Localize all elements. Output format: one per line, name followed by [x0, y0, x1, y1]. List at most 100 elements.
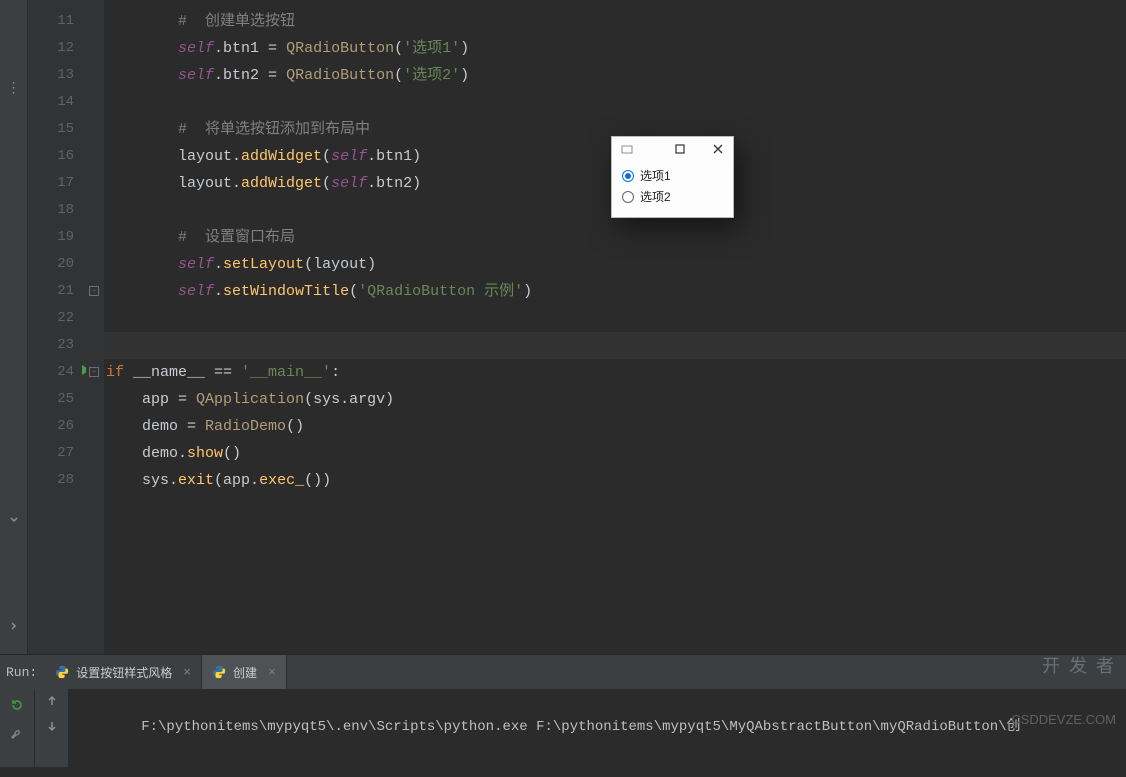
token-comment: # 创建单选按钮 — [178, 13, 295, 30]
code-line[interactable] — [104, 332, 1126, 359]
line-number[interactable]: 15 — [28, 116, 74, 143]
fold-marker[interactable]: – — [89, 367, 99, 377]
token-white: (layout) — [304, 256, 376, 273]
run-tab[interactable]: 创建× — [202, 655, 287, 689]
line-number[interactable]: 23 — [28, 332, 74, 359]
maximize-icon[interactable] — [673, 142, 687, 156]
line-number[interactable]: 13 — [28, 62, 74, 89]
token-white: . — [214, 283, 223, 300]
arrow-down-icon[interactable] — [46, 720, 58, 737]
radio-icon[interactable] — [622, 170, 634, 182]
line-number[interactable]: 24 — [28, 359, 74, 386]
radio-icon[interactable] — [622, 191, 634, 203]
token-white: demo. — [142, 445, 187, 462]
radio-option-1[interactable]: 选项1 — [622, 165, 723, 186]
token-white: : — [331, 364, 340, 381]
ide-root: ⋮ 111213141516171819202122232425262728 –… — [0, 0, 1126, 767]
code-line[interactable]: sys.exit(app.exec_()) — [104, 467, 1126, 494]
arrow-up-icon[interactable] — [46, 695, 58, 712]
code-line[interactable]: if __name__ == '__main__': — [104, 359, 1126, 386]
token-white: (app. — [214, 472, 259, 489]
console-output[interactable]: F:\pythonitems\mypyqt5\.env\Scripts\pyth… — [68, 689, 1126, 767]
popup-titlebar[interactable] — [612, 137, 733, 161]
line-number[interactable]: 14 — [28, 89, 74, 116]
code-line[interactable] — [104, 305, 1126, 332]
token-white: app — [142, 391, 178, 408]
rerun-icon[interactable] — [7, 695, 27, 715]
console-tool-column-left — [0, 689, 34, 767]
wrench-icon[interactable] — [7, 723, 27, 743]
code-line[interactable]: self.btn2 = QRadioButton('选项2') — [104, 62, 1126, 89]
line-number[interactable]: 19 — [28, 224, 74, 251]
minimize-icon[interactable] — [620, 142, 634, 156]
run-tab-bar: Run: 设置按钮样式风格×创建× — [0, 655, 1126, 689]
line-number[interactable]: 12 — [28, 35, 74, 62]
token-call: QRadioButton — [286, 40, 394, 57]
code-line[interactable]: self.setWindowTitle('QRadioButton 示例') — [104, 278, 1126, 305]
token-white: ( — [322, 148, 331, 165]
line-number-gutter[interactable]: 111213141516171819202122232425262728 — [28, 0, 86, 654]
line-number[interactable]: 21 — [28, 278, 74, 305]
close-tab-icon[interactable]: × — [268, 665, 276, 680]
token-white: __name__ — [133, 364, 214, 381]
rail-handle-1[interactable]: ⋮ — [6, 80, 22, 96]
token-white: ( — [394, 40, 403, 57]
code-line[interactable]: # 设置窗口布局 — [104, 224, 1126, 251]
rail-chevron-icon[interactable] — [6, 512, 22, 528]
code-line[interactable]: self.setLayout(layout) — [104, 251, 1126, 278]
token-call: QRadioButton — [286, 67, 394, 84]
close-icon[interactable] — [711, 142, 725, 156]
token-white: = — [178, 391, 196, 408]
code-line[interactable]: # 创建单选按钮 — [104, 8, 1126, 35]
watermark-line1: 开 发 者 — [1011, 657, 1116, 675]
token-self: self — [331, 148, 367, 165]
token-func: addWidget — [241, 175, 322, 192]
app-popup-window[interactable]: 选项1 选项2 — [611, 136, 734, 218]
radio-option-2[interactable]: 选项2 — [622, 186, 723, 207]
popup-body: 选项1 选项2 — [612, 161, 733, 217]
token-white: .btn2 — [214, 67, 268, 84]
token-str: '选项1' — [403, 40, 460, 57]
run-tabs: 设置按钮样式风格×创建× — [45, 655, 287, 689]
code-editor[interactable]: # 创建单选按钮 self.btn1 = QRadioButton('选项1')… — [104, 0, 1126, 654]
token-white: .btn1 — [214, 40, 268, 57]
line-number[interactable]: 26 — [28, 413, 74, 440]
radio-label-1: 选项1 — [640, 167, 671, 184]
line-number[interactable]: 17 — [28, 170, 74, 197]
python-icon — [55, 665, 69, 679]
rail-chevron-icon-2[interactable] — [6, 618, 22, 634]
fold-marker[interactable]: – — [89, 286, 99, 296]
line-number[interactable]: 22 — [28, 305, 74, 332]
token-call: QApplication — [196, 391, 304, 408]
line-number[interactable]: 20 — [28, 251, 74, 278]
line-number[interactable]: 11 — [28, 8, 74, 35]
code-line[interactable]: demo = RadioDemo() — [104, 413, 1126, 440]
token-white: ( — [322, 175, 331, 192]
editor-area: ⋮ 111213141516171819202122232425262728 –… — [0, 0, 1126, 654]
token-white: ( — [394, 67, 403, 84]
line-number[interactable]: 27 — [28, 440, 74, 467]
token-white: sys. — [142, 472, 178, 489]
close-tab-icon[interactable]: × — [183, 665, 191, 680]
token-white: (sys.argv) — [304, 391, 394, 408]
code-line[interactable]: app = QApplication(sys.argv) — [104, 386, 1126, 413]
run-tab[interactable]: 设置按钮样式风格 × — [45, 655, 202, 689]
line-number[interactable]: 16 — [28, 143, 74, 170]
code-line[interactable] — [104, 89, 1126, 116]
token-self: self — [178, 40, 214, 57]
tab-label: 设置按钮样式风格 — [76, 664, 172, 681]
token-key: if — [106, 364, 133, 381]
token-white: () — [223, 445, 241, 462]
line-number[interactable]: 18 — [28, 197, 74, 224]
line-number[interactable]: 28 — [28, 467, 74, 494]
code-line[interactable]: demo.show() — [104, 440, 1126, 467]
code-line[interactable]: self.btn1 = QRadioButton('选项1') — [104, 35, 1126, 62]
token-white: = — [268, 67, 286, 84]
token-white: layout. — [178, 175, 241, 192]
console-tool-column-nav — [34, 689, 68, 767]
fold-column[interactable]: –– — [86, 0, 104, 654]
run-label: Run: — [0, 665, 45, 680]
token-func: addWidget — [241, 148, 322, 165]
line-number[interactable]: 25 — [28, 386, 74, 413]
token-func: setWindowTitle — [223, 283, 349, 300]
